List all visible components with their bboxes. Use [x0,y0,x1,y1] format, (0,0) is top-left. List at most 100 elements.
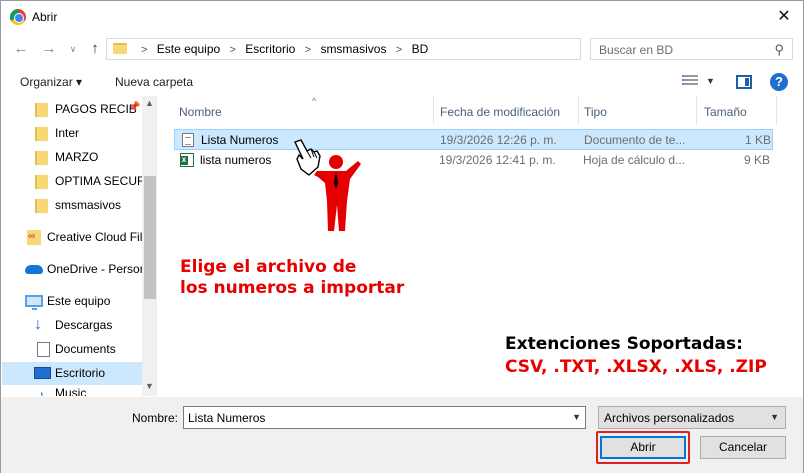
search-input[interactable]: Buscar en BD ⚲ [590,38,793,60]
music-note-icon: ♪ [38,387,45,396]
nav-item-pagos-recib[interactable]: PAGOS RECIB 📌 [2,98,142,121]
breadcrumb-item-este-equipo[interactable]: Este equipo [157,42,220,56]
onedrive-cloud-icon [25,265,43,274]
instruction-annotation: Elige el archivo de los numeros a import… [180,257,404,299]
file-size: 9 KB [743,153,770,167]
file-row[interactable]: lista numeros 19/3/2026 12:41 p. m. Hoja… [174,150,773,171]
navigation-pane: PAGOS RECIB 📌 Inter MARZO OPTIMA SECURIT… [2,96,157,396]
breadcrumb-item-bd[interactable]: BD [412,42,429,56]
file-name-input[interactable]: Lista Numeros ▼ [183,406,586,429]
red-presenter-figure-icon [314,155,361,231]
address-bar[interactable]: > Este equipo > Escritorio > smsmasivos … [106,38,676,60]
sort-ascending-icon: ^ [312,96,317,106]
column-header-label: Tamaño [704,105,747,119]
view-options-chevron-icon[interactable]: ▼ [706,76,715,86]
excel-file-icon [180,153,194,167]
instruction-line: Elige el archivo de [180,257,357,277]
preview-pane-icon[interactable] [736,75,752,89]
chrome-app-icon [10,9,26,25]
breadcrumb-separator: > [395,44,403,56]
file-type-filter-select[interactable]: Archivos personalizados ▼ [598,406,786,429]
column-header-modified[interactable]: Fecha de modificación [434,96,579,124]
folder-icon [35,199,48,213]
title-bar: Abrir ✕ [1,1,803,33]
column-header-type[interactable]: Tipo [579,96,697,124]
nav-item-label: Este equipo [47,294,111,308]
nav-item-label: Inter [55,126,80,140]
nav-item-creative-cloud[interactable]: Creative Cloud Fil [2,226,142,249]
breadcrumb-item-escritorio[interactable]: Escritorio [245,42,295,56]
nav-item-label: Documents [55,342,116,356]
nav-item-este-equipo[interactable]: Este equipo [2,290,142,313]
nav-item-onedrive[interactable]: OneDrive - Persor [2,258,142,281]
scroll-down-arrow-icon[interactable]: ▼ [145,381,154,391]
file-type: Documento de te... [584,133,686,147]
nav-item-descargas[interactable]: ↓ Descargas [2,314,142,337]
column-header-name[interactable]: Nombre ^ [172,96,434,124]
new-folder-button[interactable]: Nueva carpeta [115,75,193,89]
search-icon: ⚲ [774,42,784,57]
nav-item-label: MARZO [55,150,99,164]
nav-item-escritorio[interactable]: Escritorio [2,362,142,385]
folder-icon [35,103,48,117]
file-name: lista numeros [200,153,272,167]
window-title: Abrir [32,10,58,24]
nav-item-inter[interactable]: Inter [2,122,142,145]
column-header-label: Fecha de modificación [440,105,561,119]
chevron-down-icon: ▼ [770,412,779,422]
desktop-icon [34,367,51,379]
view-details-icon[interactable] [682,75,698,87]
search-placeholder: Buscar en BD [599,43,674,57]
command-toolbar: Organizar ▾ Nueva carpeta ▼ ? [1,67,803,95]
scroll-up-arrow-icon[interactable]: ▲ [145,98,154,108]
breadcrumb-separator: > [141,44,148,56]
download-arrow-icon: ↓ [34,316,42,333]
close-icon[interactable]: ✕ [773,6,795,28]
pin-icon: 📌 [128,102,141,113]
breadcrumb-separator: > [229,44,236,56]
breadcrumb-item-smsmasivos[interactable]: smsmasivos [320,42,386,56]
breadcrumb-separator: > [304,44,312,56]
back-arrow-icon[interactable]: ← [11,39,31,59]
nav-item-optima-securit[interactable]: OPTIMA SECURIT [2,170,142,193]
organize-menu-button[interactable]: Organizar ▾ [20,75,82,89]
file-name-label: Nombre: [132,411,179,425]
supported-extensions-title: Extenciones Soportadas: [505,334,743,354]
text-file-icon [182,133,194,147]
supported-extensions-list: CSV, .TXT, .XLSX, .XLS, .ZIP [505,357,767,377]
folder-icon [113,43,127,54]
nav-item-documents[interactable]: Documents [2,338,142,361]
recent-locations-chevron-icon[interactable]: ∨ [63,39,83,59]
nav-item-label: Music [55,386,87,396]
up-arrow-icon[interactable]: ↑ [85,39,105,59]
computer-icon [25,295,43,310]
breadcrumb: > Este equipo > Escritorio > smsmasivos … [135,42,428,56]
help-icon[interactable]: ? [770,73,788,91]
nav-item-marzo[interactable]: MARZO [2,146,142,169]
scrollbar-thumb[interactable] [144,176,156,299]
forward-arrow-icon[interactable]: → [39,39,59,59]
cancel-button[interactable]: Cancelar [700,436,786,459]
column-header-label: Nombre [179,105,222,119]
file-modified: 19/3/2026 12:41 p. m. [439,153,556,167]
file-row[interactable]: Lista Numeros 19/3/2026 12:26 p. m. Docu… [174,129,773,150]
bottom-panel: Nombre: Lista Numeros ▼ Archivos persona… [1,397,803,473]
file-name: Lista Numeros [201,133,279,147]
chevron-down-icon[interactable]: ▼ [572,412,581,422]
open-file-dialog: Abrir ✕ ← → ∨ ↑ > Este equipo > Escritor… [0,0,804,473]
nav-item-label: Creative Cloud Fil [47,230,142,244]
file-type-filter-value: Archivos personalizados [604,411,735,425]
nav-item-smsmasivos[interactable]: smsmasivos [2,194,142,217]
nav-item-music[interactable]: ♪ Music [2,386,142,396]
nav-item-label: PAGOS RECIB [55,102,137,116]
column-header-label: Tipo [584,105,607,119]
nav-scrollbar[interactable]: ▲ ▼ [142,96,157,396]
creative-cloud-icon [27,230,41,245]
file-size: 1 KB [744,133,771,147]
file-modified: 19/3/2026 12:26 p. m. [440,133,557,147]
folder-icon [35,175,48,189]
column-header-size[interactable]: Tamaño [697,96,777,124]
open-button[interactable]: Abrir [600,436,686,459]
nav-item-label: Escritorio [55,366,106,380]
folder-icon [35,151,48,165]
